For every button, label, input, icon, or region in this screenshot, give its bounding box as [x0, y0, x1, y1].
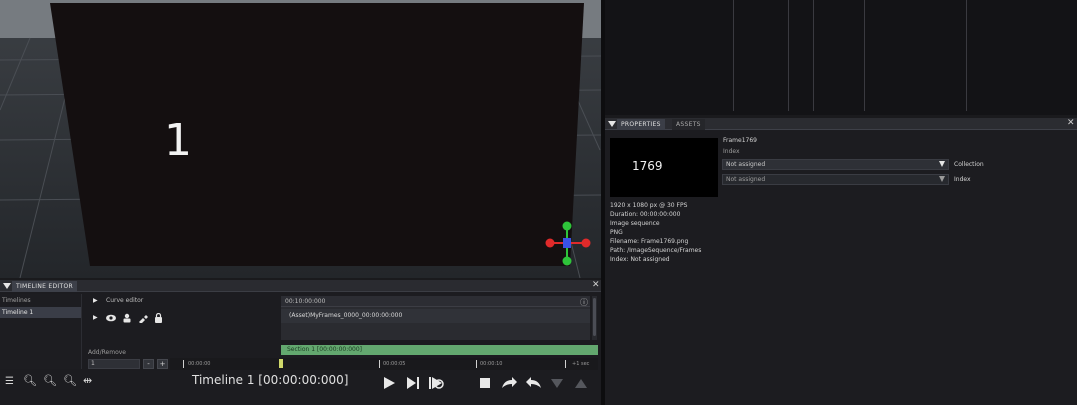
- vertical-scrollbar[interactable]: [592, 296, 597, 340]
- panel-divider: [733, 0, 734, 111]
- tab-timeline-editor[interactable]: TIMELINE EDITOR: [12, 281, 77, 292]
- ruler-tick: [183, 360, 184, 368]
- panel-divider: [966, 0, 967, 111]
- scrollbar-thumb[interactable]: [593, 298, 596, 336]
- curve-editor-label[interactable]: Curve editor: [106, 297, 143, 305]
- track-row[interactable]: (Asset)MyFrames_0000_00:00:00:000: [281, 309, 590, 323]
- chevron-down-icon: [939, 176, 945, 182]
- chevron-down-icon: [939, 161, 945, 167]
- list-item-timeline[interactable]: Timeline 1: [0, 307, 81, 318]
- add-remove-label: Add/Remove: [88, 349, 126, 356]
- ruler-label: 00:00:10: [480, 361, 503, 367]
- info-line-index: Index: Not assigned: [610, 256, 670, 263]
- index-side-label: Index: [954, 176, 971, 183]
- play-loop-icon: [429, 377, 431, 389]
- zoom-in-icon[interactable]: 🔍︎: [23, 375, 37, 387]
- top-right-panel: [605, 0, 1077, 115]
- index-label: Index: [723, 148, 740, 155]
- panel-divider: [864, 0, 865, 111]
- collection-value: Not assigned: [726, 161, 766, 168]
- timeline-title: Timeline 1 [00:00:00:000]: [192, 373, 349, 387]
- index-dropdown[interactable]: Not assigned: [722, 174, 949, 185]
- properties-tabbar: PROPERTIES ASSETS ✕: [605, 118, 1077, 130]
- expand-arrow-icon[interactable]: ▶: [93, 297, 98, 304]
- lock-icon: [155, 317, 162, 323]
- asset-thumbnail: 1769: [610, 138, 718, 197]
- asset-name: Frame1769: [723, 137, 757, 144]
- close-icon[interactable]: ✕: [592, 281, 600, 290]
- info-icon[interactable]: ⓘ: [580, 297, 588, 308]
- step-forward-icon: [407, 377, 416, 389]
- ruler-tick: [379, 360, 380, 368]
- add-button[interactable]: +: [157, 359, 168, 369]
- zoom-fit-icon[interactable]: 🔍︎: [63, 375, 77, 387]
- properties-panel: PROPERTIES ASSETS ✕ 1769 Frame1769 Index…: [605, 118, 1077, 405]
- scene-viewport[interactable]: 1: [0, 0, 601, 278]
- timeline-tabbar: TIMELINE EDITOR ✕: [0, 280, 601, 292]
- collection-label: Collection: [954, 161, 984, 168]
- redo-icon: [502, 377, 517, 388]
- fit-width-icon[interactable]: ⇹: [83, 375, 92, 387]
- tab-assets[interactable]: ASSETS: [672, 119, 705, 130]
- timelines-list: Timelines Timeline 1: [0, 294, 82, 369]
- ruler-tick: [476, 360, 477, 368]
- undo-icon: [526, 377, 541, 388]
- track-tools: [106, 313, 162, 323]
- collection-dropdown[interactable]: Not assigned: [722, 159, 949, 170]
- add-count-input[interactable]: 1: [88, 359, 140, 369]
- frame-number-text: 1: [164, 115, 192, 166]
- time-ruler[interactable]: 00:00:00 00:00:05 00:00:10 +1 sec: [170, 358, 598, 370]
- menu-icon[interactable]: ☰: [5, 376, 14, 388]
- panel-divider: [788, 0, 789, 111]
- zoom-out-icon[interactable]: 🔍︎: [43, 375, 57, 387]
- ruler-label: 00:00:00: [188, 361, 211, 367]
- tab-properties[interactable]: PROPERTIES: [617, 119, 665, 130]
- info-line-type: Image sequence: [610, 220, 660, 227]
- image-plane: [50, 3, 584, 266]
- close-icon[interactable]: ✕: [1067, 119, 1075, 128]
- info-line-duration: Duration: 00:00:00:000: [610, 211, 681, 218]
- down-arrow-icon: [551, 379, 563, 388]
- panel-menu-icon[interactable]: [3, 283, 11, 289]
- info-line-path: Path: /ImageSequence/Frames: [610, 247, 702, 254]
- expand-arrow-icon[interactable]: ▶: [93, 314, 98, 321]
- viewport-scene: [0, 0, 601, 278]
- ruler-label: +1 sec: [572, 361, 590, 367]
- info-line-resolution: 1920 x 1080 px @ 30 FPS: [610, 202, 688, 209]
- time-header: 00:10:00:000: [281, 296, 590, 307]
- up-arrow-icon: [575, 379, 587, 388]
- playhead[interactable]: [279, 359, 283, 368]
- play-icon: [384, 377, 395, 389]
- ruler-tick: [565, 360, 566, 368]
- panel-menu-icon[interactable]: [608, 121, 616, 127]
- person-icon: [124, 313, 130, 319]
- playback-controls: [384, 377, 587, 389]
- panel-divider: [813, 0, 814, 111]
- index-value: Not assigned: [726, 176, 766, 183]
- info-line-filename: Filename: Frame1769.png: [610, 238, 689, 245]
- stop-icon: [480, 378, 490, 388]
- timeline-editor: TIMELINE EDITOR ✕ Timelines Timeline 1 ▶…: [0, 280, 601, 405]
- ruler-label: 00:00:05: [383, 361, 406, 367]
- remove-button[interactable]: -: [143, 359, 154, 369]
- section-bar[interactable]: Section 1 [00:00:00:000]: [281, 345, 598, 355]
- timelines-label: Timelines: [2, 297, 31, 304]
- info-line-format: PNG: [610, 229, 623, 236]
- brush-icon: [139, 315, 148, 323]
- thumbnail-text: 1769: [632, 159, 663, 173]
